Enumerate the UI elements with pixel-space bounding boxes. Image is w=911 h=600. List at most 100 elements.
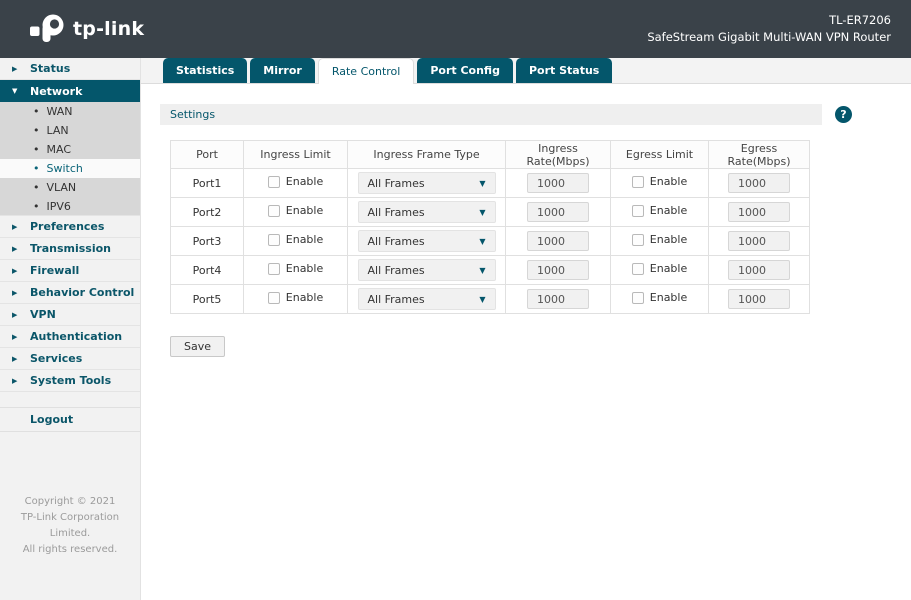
chevron-down-icon: ▼ — [479, 294, 486, 304]
arrow-right-icon: ▶ — [12, 332, 18, 341]
logout-button[interactable]: Logout — [0, 407, 140, 432]
egress-rate-input-port1[interactable] — [728, 173, 790, 193]
ingress-limit-enable-port3[interactable]: Enable — [267, 233, 323, 246]
sidebar-subitem-wan[interactable]: • WAN — [0, 102, 140, 121]
egress-limit-checkbox[interactable] — [631, 175, 644, 188]
arrow-right-icon: ▶ — [12, 266, 18, 275]
table-header-row: Port Ingress Limit Ingress Frame Type In… — [170, 140, 810, 169]
egress-limit-enable-port3[interactable]: Enable — [631, 233, 687, 246]
ingress-rate-input-port3[interactable] — [527, 231, 589, 251]
sidebar-item-vpn[interactable]: ▶ VPN — [0, 304, 140, 326]
sidebar-item-system-tools[interactable]: ▶ System Tools — [0, 370, 140, 392]
chevron-down-icon: ▼ — [479, 178, 486, 188]
sidebar-item-preferences[interactable]: ▶ Preferences — [0, 216, 140, 238]
top-header: tp-link TL-ER7206 SafeStream Gigabit Mul… — [0, 0, 911, 58]
column-header-egress-rate: Egress Rate(Mbps) — [708, 140, 810, 169]
table-row-port2: Port2 Enable All Frames▼ Enable — [170, 197, 810, 227]
ingress-limit-checkbox[interactable] — [267, 233, 280, 246]
column-header-ingress-rate: Ingress Rate(Mbps) — [505, 140, 611, 169]
sidebar-item-authentication[interactable]: ▶ Authentication — [0, 326, 140, 348]
ingress-rate-input-port5[interactable] — [527, 289, 589, 309]
save-button[interactable]: Save — [170, 336, 226, 357]
sidebar-subitem-lan[interactable]: • LAN — [0, 121, 140, 140]
device-model: TL-ER7206 — [829, 13, 891, 27]
help-icon[interactable]: ? — [835, 106, 852, 123]
ingress-rate-input-port1[interactable] — [527, 173, 589, 193]
ingress-limit-checkbox[interactable] — [267, 262, 280, 275]
ingress-rate-input-port2[interactable] — [527, 202, 589, 222]
sidebar-subitem-switch[interactable]: • Switch — [0, 159, 140, 178]
copyright-notice: Copyright © 2021 TP-Link Corporation Lim… — [20, 496, 120, 555]
egress-limit-checkbox[interactable] — [631, 262, 644, 275]
ingress-frame-type-select-port4[interactable]: All Frames ▼ — [357, 259, 496, 281]
tab-statistics[interactable]: Statistics — [163, 58, 248, 83]
egress-rate-input-port5[interactable] — [728, 289, 790, 309]
ingress-frame-type-select-port2[interactable]: All Frames ▼ — [357, 201, 496, 223]
table-row-port1: Port1 Enable All Frames▼ Enable — [170, 168, 810, 198]
arrow-down-icon: ▼ — [12, 87, 18, 95]
tab-rate-control[interactable]: Rate Control — [317, 58, 415, 84]
bullet-icon: • — [33, 162, 40, 175]
sidebar-item-services[interactable]: ▶ Services — [0, 348, 140, 370]
column-header-port: Port — [170, 140, 244, 169]
ingress-rate-input-port4[interactable] — [527, 260, 589, 280]
ingress-limit-checkbox[interactable] — [267, 291, 280, 304]
bullet-icon: • — [33, 181, 40, 194]
ingress-frame-type-select-port1[interactable]: All Frames ▼ — [357, 172, 496, 194]
tab-mirror[interactable]: Mirror — [250, 58, 315, 83]
column-header-ingress-limit: Ingress Limit — [243, 140, 348, 169]
sidebar-item-firewall[interactable]: ▶ Firewall — [0, 260, 140, 282]
rate-control-table: Port Ingress Limit Ingress Frame Type In… — [170, 140, 810, 314]
tp-link-logo: tp-link — [30, 14, 144, 44]
egress-limit-checkbox[interactable] — [631, 291, 644, 304]
table-row-port4: Port4 Enable All Frames▼ Enable — [170, 255, 810, 285]
arrow-right-icon: ▶ — [12, 310, 18, 319]
port-label: Port5 — [170, 284, 244, 314]
arrow-right-icon: ▶ — [12, 244, 18, 253]
ingress-frame-type-select-port5[interactable]: All Frames ▼ — [357, 288, 496, 310]
table-row-port5: Port5 Enable All Frames▼ Enable — [170, 284, 810, 314]
egress-limit-checkbox[interactable] — [631, 233, 644, 246]
bullet-icon: • — [33, 143, 40, 156]
main-content: Statistics Mirror Rate Control Port Conf… — [141, 58, 911, 600]
sidebar-item-status[interactable]: ▶ Status — [0, 58, 140, 80]
egress-limit-enable-port1[interactable]: Enable — [631, 175, 687, 188]
port-label: Port3 — [170, 226, 244, 256]
egress-limit-checkbox[interactable] — [631, 204, 644, 217]
port-label: Port4 — [170, 255, 244, 285]
egress-limit-enable-port5[interactable]: Enable — [631, 291, 687, 304]
sidebar-item-behavior-control[interactable]: ▶ Behavior Control — [0, 282, 140, 304]
tab-port-status[interactable]: Port Status — [515, 58, 613, 83]
sidebar-nav: ▶ Status ▼ Network • WAN • LAN • MAC • S… — [0, 58, 141, 600]
egress-limit-enable-port2[interactable]: Enable — [631, 204, 687, 217]
ingress-limit-enable-port4[interactable]: Enable — [267, 262, 323, 275]
chevron-down-icon: ▼ — [479, 207, 486, 217]
sidebar-subitem-mac[interactable]: • MAC — [0, 140, 140, 159]
chevron-down-icon: ▼ — [479, 265, 486, 275]
ingress-limit-enable-port2[interactable]: Enable — [267, 204, 323, 217]
ingress-frame-type-select-port3[interactable]: All Frames ▼ — [357, 230, 496, 252]
brand-wordmark: tp-link — [73, 18, 145, 40]
egress-limit-enable-port4[interactable]: Enable — [631, 262, 687, 275]
ingress-limit-checkbox[interactable] — [267, 204, 280, 217]
table-row-port3: Port3 Enable All Frames▼ Enable — [170, 226, 810, 256]
arrow-right-icon: ▶ — [12, 222, 18, 231]
section-title: Settings — [160, 104, 822, 125]
egress-rate-input-port3[interactable] — [728, 231, 790, 251]
ingress-limit-checkbox[interactable] — [267, 175, 280, 188]
tab-port-config[interactable]: Port Config — [417, 58, 513, 83]
tp-link-logo-icon — [30, 14, 66, 44]
ingress-limit-enable-port1[interactable]: Enable — [267, 175, 323, 188]
sidebar-subitem-ipv6[interactable]: • IPV6 — [0, 197, 140, 216]
router-admin-page: tp-link TL-ER7206 SafeStream Gigabit Mul… — [0, 0, 911, 600]
sidebar-item-network[interactable]: ▼ Network — [0, 80, 140, 102]
arrow-right-icon: ▶ — [12, 376, 18, 385]
bullet-icon: • — [33, 199, 40, 213]
egress-rate-input-port2[interactable] — [728, 202, 790, 222]
ingress-limit-enable-port5[interactable]: Enable — [267, 291, 323, 304]
sidebar-subitem-vlan[interactable]: • VLAN — [0, 178, 140, 197]
egress-rate-input-port4[interactable] — [728, 260, 790, 280]
sidebar-item-transmission[interactable]: ▶ Transmission — [0, 238, 140, 260]
column-header-ingress-frame-type: Ingress Frame Type — [347, 140, 506, 169]
device-info: TL-ER7206 SafeStream Gigabit Multi-WAN V… — [647, 12, 891, 46]
